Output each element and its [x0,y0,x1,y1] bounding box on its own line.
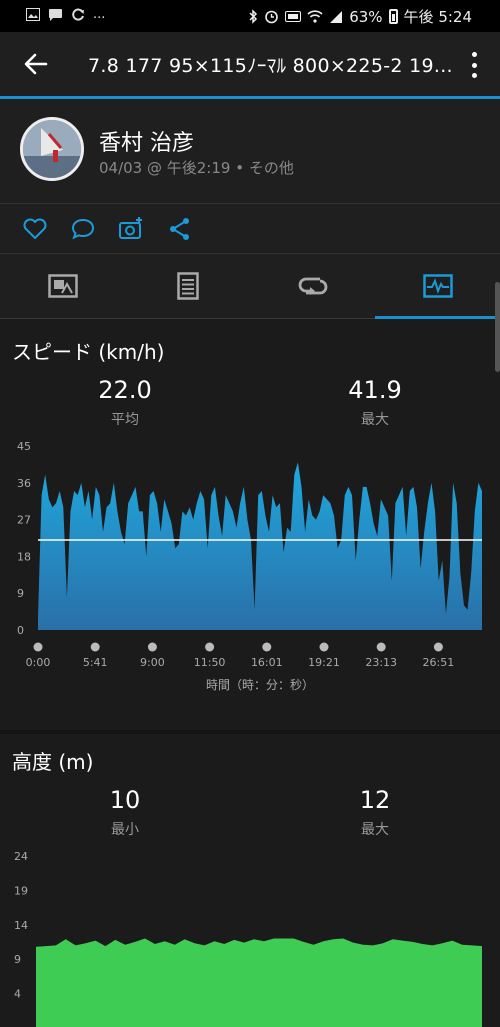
speed-x-marker [376,642,386,652]
speed-y-tick: 45 [17,440,31,453]
speed-x-marker [147,642,157,652]
action-row [0,204,500,252]
summary-icon [47,274,78,298]
speed-max-value: 41.9 [348,376,402,404]
tab-charts[interactable] [375,254,500,318]
altitude-chart: 4 9 14 19 24 [14,850,482,1027]
activity-meta: 04/03 @ 午後2:19 • その他 [99,159,294,177]
status-bar: ... 63% 午後 5:24 [0,0,500,32]
speed-title: スピード (km/h) [12,340,165,364]
details-icon [176,272,199,300]
add-photo-icon[interactable] [118,216,144,242]
speed-y-tick: 9 [17,587,24,600]
share-icon[interactable] [167,216,193,242]
comment-icon[interactable] [70,216,96,242]
speed-x-tick: 26:51 [423,656,455,669]
speed-x-marker [262,642,272,652]
wifi-icon [307,10,323,23]
battery-percent: 63% [349,7,383,26]
speed-x-tick: 16:01 [251,656,283,669]
more-notifications: ... [93,7,106,22]
speed-x-tick: 9:00 [140,656,165,669]
clock: 午後 5:24 [403,8,472,26]
overflow-menu-icon[interactable] [466,52,482,78]
signal-icon [330,10,343,23]
tab-selected-indicator [375,316,500,319]
speed-x-tick: 19:21 [308,656,340,669]
altitude-y-tick: 24 [14,850,28,863]
bluetooth-icon [249,9,258,24]
speed-max-label: 最大 [361,412,389,428]
laps-icon [298,277,327,295]
sync-icon [72,8,84,20]
altitude-title: 高度 (m) [12,750,94,774]
speed-y-tick: 18 [17,550,31,563]
alarm-icon [265,10,279,24]
speed-chart: 0 9 18 27 36 45 0:00 5:41 9:00 11:50 16:01 19:21 23:… [17,440,482,669]
chat-bubble-icon [49,8,62,21]
altitude-y-tick: 14 [14,919,28,932]
chart-icon [422,274,453,298]
altitude-area-series [36,938,482,1027]
activity-title: 7.8 177 95×115ﾉｰﾏﾙ 800×225-2 19... [88,55,453,77]
speed-x-tick: 23:13 [365,656,397,669]
user-name: 香村 治彦 [99,131,194,156]
speed-area-series [38,462,482,630]
avatar-photo [23,120,81,178]
section-gap [0,730,500,734]
speed-x-marker [33,642,43,652]
tab-summary[interactable] [0,254,125,318]
altitude-y-tick: 9 [14,953,21,966]
speed-avg-value: 22.0 [98,376,152,404]
speed-x-marker [205,642,215,652]
app-bar: 7.8 177 95×115ﾉｰﾏﾙ 800×225-2 19... [0,32,500,96]
speed-x-marker [319,642,329,652]
altitude-max-value: 12 [359,786,391,814]
tab-details[interactable] [125,254,250,318]
scrollbar[interactable] [495,282,500,372]
speed-x-tick: 11:50 [194,656,226,669]
altitude-min-label: 最小 [111,822,139,838]
speed-avg-label: 平均 [111,412,139,428]
speed-y-tick: 36 [17,477,31,490]
volte-icon [285,11,302,22]
speed-x-caption: 時間（時：分：秒） [205,678,314,692]
back-arrow-icon[interactable] [22,50,50,78]
altitude-y-tick: 4 [14,988,21,1001]
image-icon [26,8,40,21]
tab-laps[interactable] [250,254,375,318]
battery-icon [388,9,398,24]
speed-y-tick: 27 [17,514,31,527]
speed-x-marker [90,642,100,652]
status-left-icons: ... [26,7,105,22]
altitude-min-value: 10 [109,786,141,814]
tab-bar [0,254,500,318]
avatar[interactable] [20,117,84,181]
like-heart-icon[interactable] [22,216,48,242]
altitude-max-label: 最大 [361,822,389,838]
altitude-y-tick: 19 [14,884,28,897]
speed-y-tick: 0 [17,624,24,637]
status-right: 63% 午後 5:24 [248,6,472,27]
speed-x-tick: 5:41 [83,656,108,669]
speed-x-tick: 0:00 [26,656,51,669]
activity-header: 香村 治彦 04/03 @ 午後2:19 • その他 [0,99,500,203]
speed-x-marker [433,642,443,652]
